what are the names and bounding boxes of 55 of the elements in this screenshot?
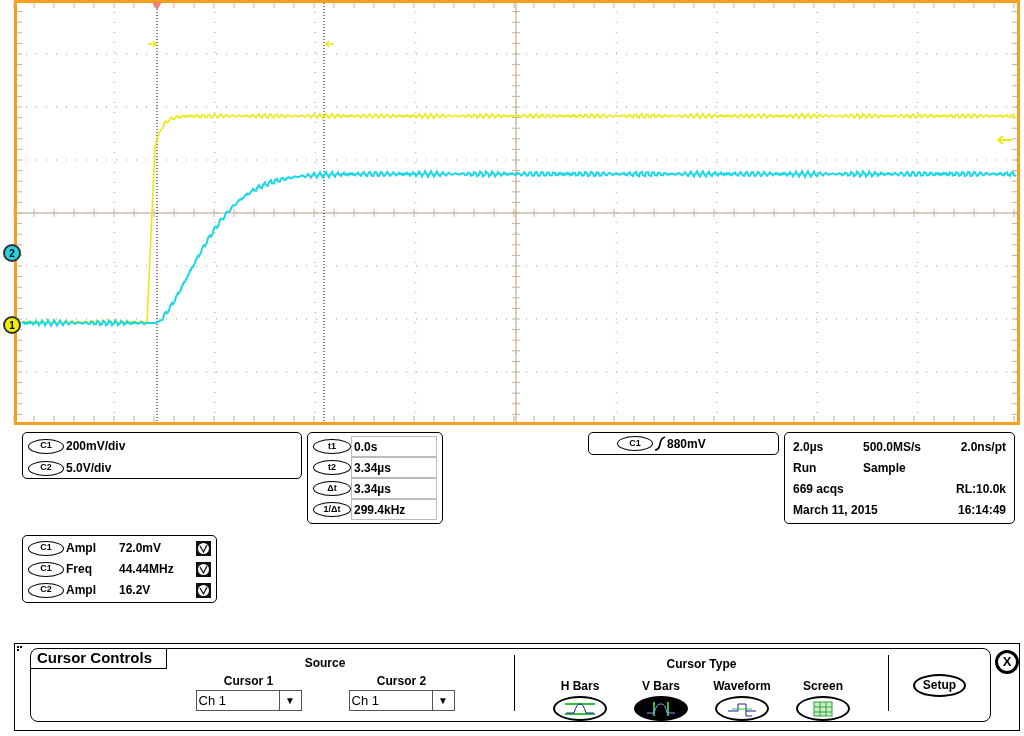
acquisition-value: 16:14:49 bbox=[957, 502, 1006, 517]
arrow-icon bbox=[324, 40, 335, 48]
source-dropdown[interactable]: Ch 1 ▼ bbox=[348, 690, 455, 711]
setup-button[interactable]: Setup bbox=[913, 673, 966, 697]
cursor-type-label: H Bars bbox=[560, 678, 600, 695]
source-dropdown[interactable]: Ch 1 ▼ bbox=[195, 690, 302, 711]
cursor-label: Cursor 2 bbox=[376, 673, 427, 690]
acquisition-value: Sample bbox=[863, 460, 906, 475]
measurement-value: 72.0mV bbox=[118, 540, 162, 557]
horizontal-bars-icon bbox=[564, 700, 596, 717]
measurement-value: 16.2V bbox=[118, 582, 152, 599]
arrow-icon bbox=[147, 40, 158, 48]
measurement-value: 44.44MHz bbox=[118, 561, 175, 578]
acquisition-value: 500.0MS/s bbox=[863, 439, 922, 454]
cursor-type-label: Waveform bbox=[713, 678, 771, 695]
readout-value: 3.34µs bbox=[351, 457, 437, 478]
cursor-type-label: Screen bbox=[803, 678, 843, 695]
trigger-level-icon bbox=[996, 135, 1013, 145]
readout-value: 299.4kHz bbox=[351, 499, 437, 520]
rising-edge-icon bbox=[654, 436, 666, 451]
channel-marker[interactable]: 2 bbox=[3, 244, 21, 262]
trigger-position-icon bbox=[152, 2, 162, 10]
pulse-waveform-icon bbox=[726, 700, 758, 717]
cursor-type-label: V Bars bbox=[642, 678, 680, 695]
source-label: Source bbox=[304, 655, 346, 672]
measurement-name: Ampl bbox=[66, 582, 97, 599]
readout-value: 0.0s bbox=[351, 436, 437, 457]
measurement-icon[interactable] bbox=[196, 561, 211, 577]
readout-value: 3.34µs bbox=[351, 478, 437, 499]
cursor-type-button[interactable] bbox=[796, 696, 850, 721]
cursor-type-button[interactable] bbox=[553, 696, 607, 721]
measurement-name: Freq bbox=[66, 561, 93, 578]
cursor-label: Cursor 1 bbox=[223, 673, 274, 690]
cursor-type-button[interactable] bbox=[715, 696, 769, 721]
grid-icon bbox=[813, 700, 833, 717]
acquisition-value: March 11, 2015 bbox=[793, 502, 878, 517]
measurement-icon[interactable] bbox=[196, 540, 211, 556]
measurement-name: Ampl bbox=[66, 540, 97, 557]
channel-marker[interactable]: 1 bbox=[3, 316, 21, 334]
panel-title: Cursor Controls bbox=[31, 649, 167, 669]
cursor-type-label: Cursor Type bbox=[666, 656, 737, 673]
acquisition-value: RL:10.0k bbox=[955, 481, 1006, 496]
cursor-line[interactable] bbox=[323, 2, 325, 423]
trigger-level: 880mV bbox=[667, 435, 706, 453]
cursor-type-button[interactable] bbox=[634, 696, 688, 721]
acquisition-value: 669 acqs bbox=[793, 481, 844, 496]
acquisition-value: 2.0ns/pt bbox=[960, 439, 1006, 454]
scale-value: 200mV/div bbox=[66, 438, 126, 455]
acquisition-value: 2.0µs bbox=[793, 439, 824, 454]
drag-handle-icon[interactable] bbox=[17, 646, 22, 651]
acquisition-value: Run bbox=[793, 460, 817, 475]
vertical-bars-icon bbox=[645, 700, 677, 717]
close-button[interactable]: X bbox=[995, 650, 1019, 674]
measurement-icon[interactable] bbox=[196, 582, 211, 598]
scale-value: 5.0V/div bbox=[66, 460, 112, 477]
